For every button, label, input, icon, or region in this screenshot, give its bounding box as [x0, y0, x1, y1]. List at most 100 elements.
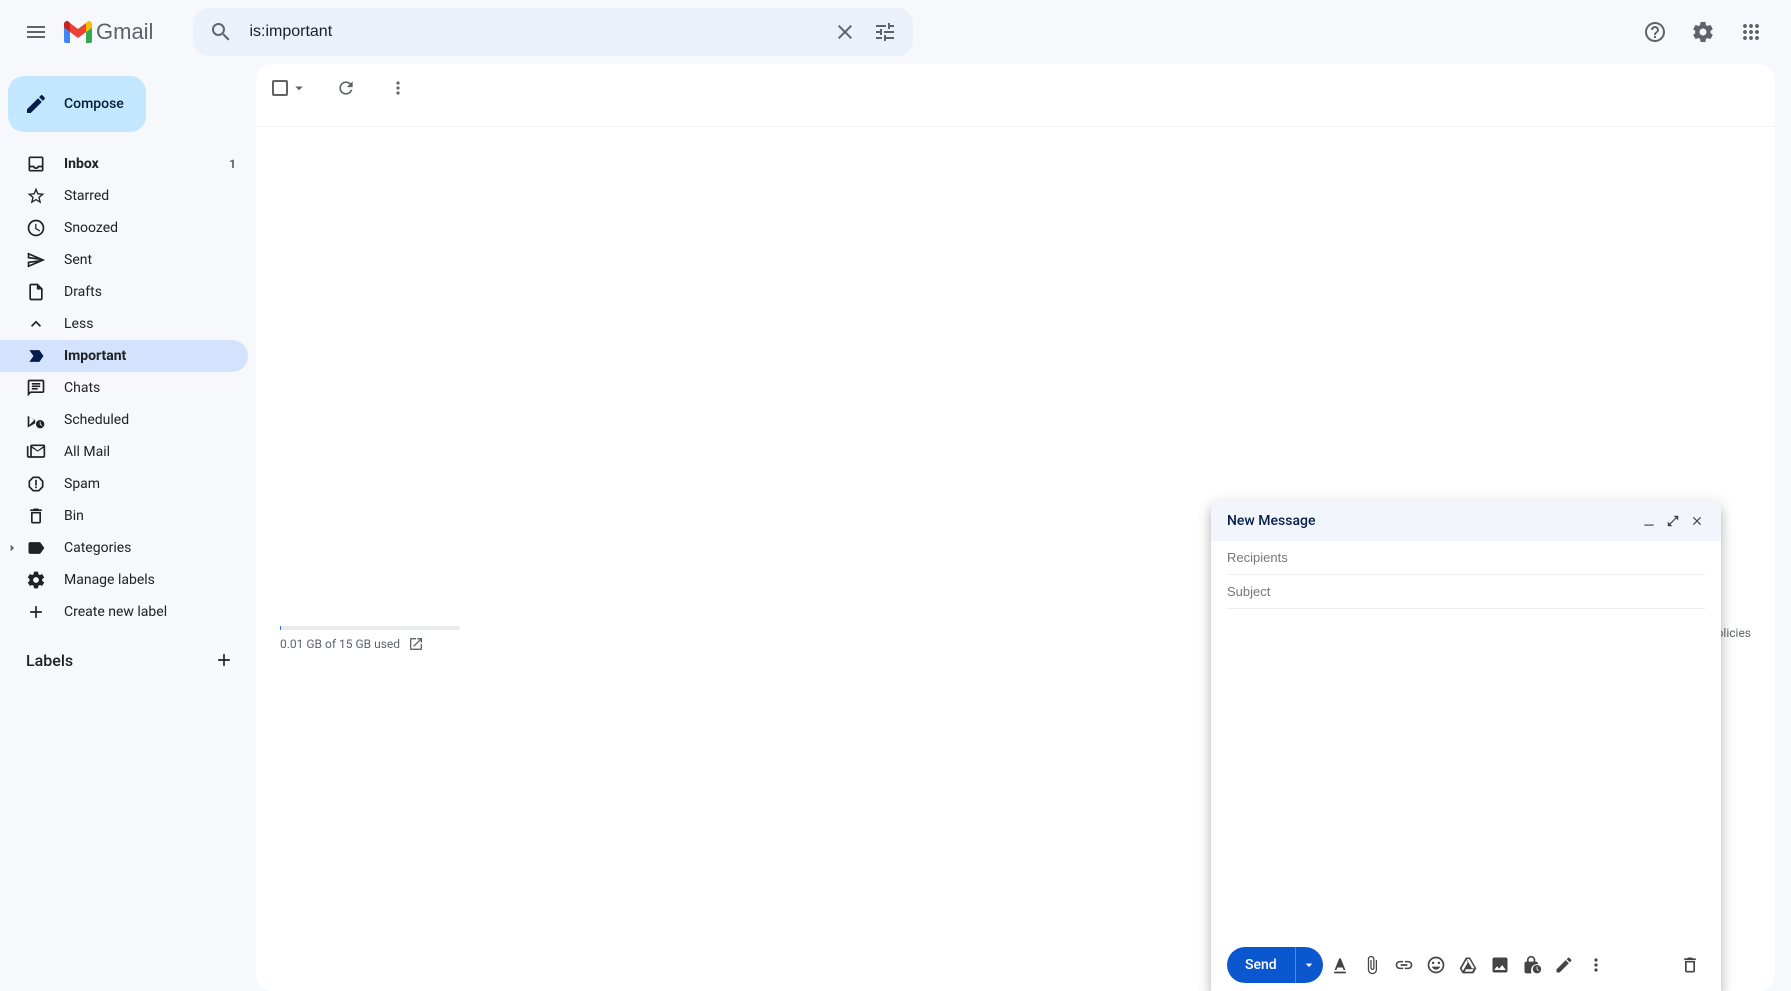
plus-icon: [214, 650, 234, 670]
subject-input[interactable]: [1227, 584, 1705, 599]
labels-title: Labels: [26, 651, 73, 670]
sidebar-item-all-mail[interactable]: All Mail: [0, 436, 248, 468]
caret-right-icon: [4, 540, 20, 556]
sidebar-item-drafts[interactable]: Drafts: [0, 276, 248, 308]
send-label: Send: [1227, 947, 1295, 983]
send-icon: [26, 250, 46, 270]
trash-icon: [26, 506, 46, 526]
refresh-button[interactable]: [328, 70, 364, 106]
sidebar-item-inbox[interactable]: Inbox 1: [0, 148, 248, 180]
add-label-button[interactable]: [210, 646, 238, 674]
search-icon: [209, 20, 233, 44]
formatting-button[interactable]: [1325, 950, 1355, 980]
sidebar-item-scheduled[interactable]: Scheduled: [0, 404, 248, 436]
compose-header[interactable]: New Message: [1211, 501, 1721, 541]
trash-icon: [1680, 955, 1700, 975]
sidebar-item-chats[interactable]: Chats: [0, 372, 248, 404]
refresh-icon: [336, 78, 356, 98]
sidebar-item-spam[interactable]: Spam: [0, 468, 248, 500]
settings-button[interactable]: [1683, 12, 1723, 52]
important-icon: [26, 346, 46, 366]
attachment-icon: [1362, 955, 1382, 975]
inbox-icon: [26, 154, 46, 174]
sidebar-item-label: Bin: [64, 508, 236, 524]
tune-icon: [873, 20, 897, 44]
image-icon: [1490, 955, 1510, 975]
text-format-icon: [1330, 955, 1350, 975]
close-compose-button[interactable]: [1685, 509, 1709, 533]
select-all-combo[interactable]: [272, 79, 308, 97]
sidebar-item-sent[interactable]: Sent: [0, 244, 248, 276]
search-button[interactable]: [201, 12, 241, 52]
caret-down-icon: [1301, 957, 1317, 973]
main-menu-button[interactable]: [12, 8, 60, 56]
open-in-new-icon[interactable]: [408, 636, 424, 652]
sidebar-item-label: Spam: [64, 476, 236, 492]
more-vert-icon: [1586, 955, 1606, 975]
apps-button[interactable]: [1731, 12, 1771, 52]
apps-icon: [1739, 20, 1763, 44]
compose-window: New Message Send: [1211, 501, 1721, 991]
spam-icon: [26, 474, 46, 494]
menu-icon: [24, 20, 48, 44]
subject-field[interactable]: [1227, 575, 1705, 609]
gmail-logo-text: Gmail: [96, 19, 153, 45]
fullscreen-button[interactable]: [1661, 509, 1685, 533]
compose-button[interactable]: Compose: [8, 76, 146, 132]
drive-icon: [1458, 955, 1478, 975]
sidebar-item-label: Starred: [64, 188, 236, 204]
insert-drive-button[interactable]: [1453, 950, 1483, 980]
lock-clock-icon: [1522, 955, 1542, 975]
compose-body[interactable]: [1211, 609, 1721, 939]
sidebar-item-create-label[interactable]: Create new label: [0, 596, 248, 628]
search-input[interactable]: [241, 23, 825, 41]
more-vert-icon: [388, 78, 408, 98]
sidebar-item-label: Create new label: [64, 604, 236, 620]
search-options-button[interactable]: [865, 12, 905, 52]
recipients-field[interactable]: [1227, 541, 1705, 575]
caret-down-icon: [290, 79, 308, 97]
insert-link-button[interactable]: [1389, 950, 1419, 980]
sidebar: Compose Inbox 1 Starred Snoozed Sent Dra…: [0, 64, 256, 991]
support-button[interactable]: [1635, 12, 1675, 52]
sidebar-item-less[interactable]: Less: [0, 308, 248, 340]
attach-button[interactable]: [1357, 950, 1387, 980]
sidebar-item-bin[interactable]: Bin: [0, 500, 248, 532]
gmail-logo-icon: [64, 21, 92, 43]
sidebar-item-label: Drafts: [64, 284, 236, 300]
send-options-button[interactable]: [1295, 947, 1323, 983]
sidebar-item-label: Less: [64, 316, 236, 332]
sidebar-item-categories[interactable]: Categories: [0, 532, 248, 564]
clear-search-button[interactable]: [825, 12, 865, 52]
insert-emoji-button[interactable]: [1421, 950, 1451, 980]
insert-photo-button[interactable]: [1485, 950, 1515, 980]
minimize-icon: [1642, 514, 1656, 528]
recipients-input[interactable]: [1227, 550, 1705, 565]
discard-draft-button[interactable]: [1675, 950, 1705, 980]
sidebar-item-label: Sent: [64, 252, 236, 268]
gear-icon: [26, 570, 46, 590]
sidebar-item-important[interactable]: Important: [0, 340, 248, 372]
more-options-button[interactable]: [1581, 950, 1611, 980]
sidebar-item-count: 1: [229, 157, 236, 171]
sidebar-item-label: Inbox: [64, 156, 229, 172]
gmail-logo[interactable]: Gmail: [64, 19, 183, 45]
toolbar: [256, 64, 1775, 112]
sidebar-item-snoozed[interactable]: Snoozed: [0, 212, 248, 244]
sidebar-item-manage-labels[interactable]: Manage labels: [0, 564, 248, 596]
minimize-button[interactable]: [1637, 509, 1661, 533]
storage-info: 0.01 GB of 15 GB used: [280, 626, 460, 652]
sidebar-item-label: Snoozed: [64, 220, 236, 236]
insert-signature-button[interactable]: [1549, 950, 1579, 980]
plus-icon: [26, 602, 46, 622]
sidebar-item-label: All Mail: [64, 444, 236, 460]
more-button[interactable]: [380, 70, 416, 106]
stacked-mail-icon: [26, 442, 46, 462]
help-icon: [1643, 20, 1667, 44]
sidebar-item-label: Important: [64, 348, 236, 364]
confidential-mode-button[interactable]: [1517, 950, 1547, 980]
sidebar-item-label: Chats: [64, 380, 236, 396]
chat-icon: [26, 378, 46, 398]
send-button[interactable]: Send: [1227, 947, 1323, 983]
sidebar-item-starred[interactable]: Starred: [0, 180, 248, 212]
